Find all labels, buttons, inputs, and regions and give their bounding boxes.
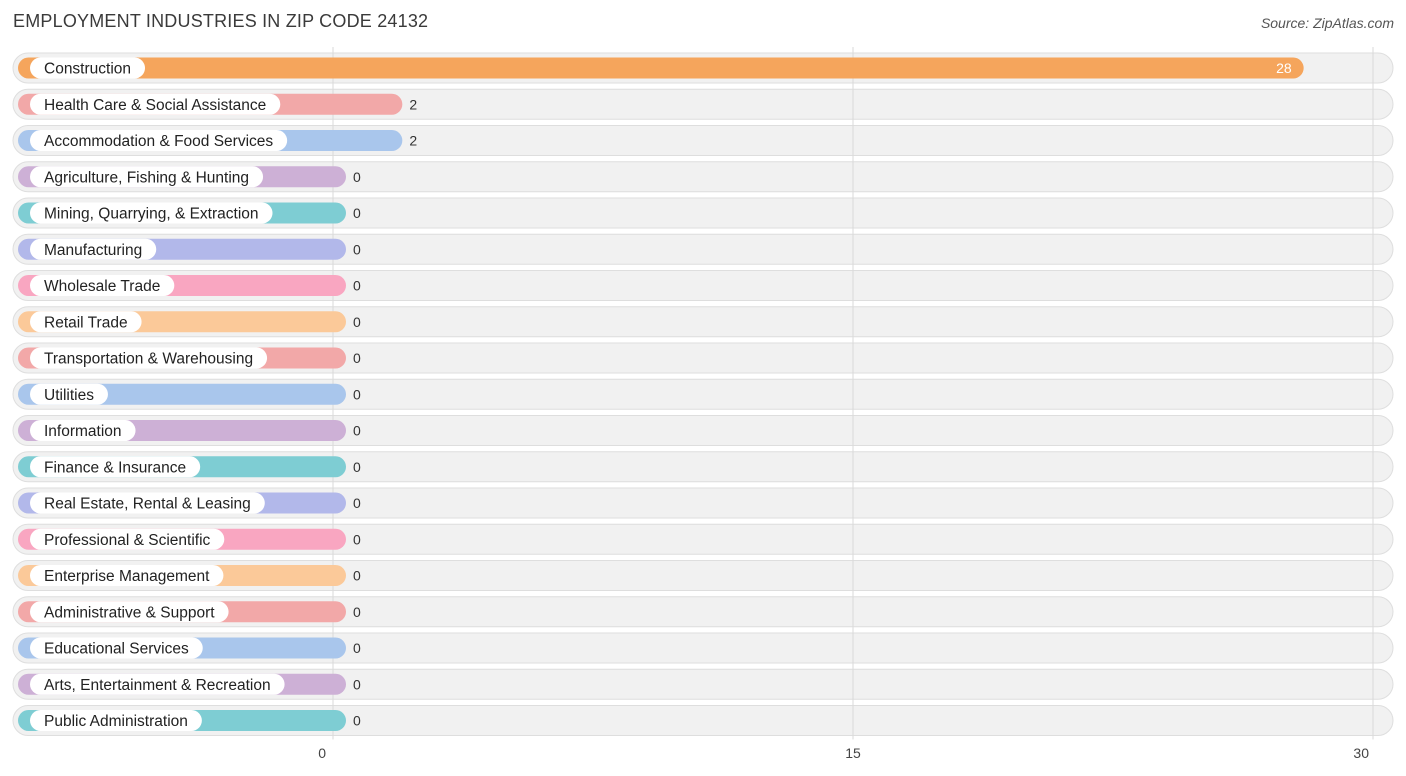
category-label: Professional & Scientific bbox=[44, 532, 211, 549]
category-label: Accommodation & Food Services bbox=[44, 133, 273, 150]
category-label: Mining, Quarrying, & Extraction bbox=[44, 206, 259, 223]
category-label: Enterprise Management bbox=[44, 568, 210, 585]
category-label: Information bbox=[44, 423, 122, 440]
data-label: 0 bbox=[353, 568, 361, 584]
data-label: 0 bbox=[353, 241, 361, 257]
data-label: 0 bbox=[353, 495, 361, 511]
data-label: 0 bbox=[353, 531, 361, 547]
data-label: 0 bbox=[353, 604, 361, 620]
category-label: Wholesale Trade bbox=[44, 278, 160, 295]
data-label: 0 bbox=[353, 205, 361, 221]
data-label: 0 bbox=[353, 278, 361, 294]
category-label: Transportation & Warehousing bbox=[44, 351, 253, 368]
category-label: Public Administration bbox=[44, 713, 188, 730]
data-label: 0 bbox=[353, 386, 361, 402]
x-tick-label: 30 bbox=[1353, 745, 1369, 761]
category-label: Educational Services bbox=[44, 641, 189, 658]
x-tick-label: 15 bbox=[845, 745, 861, 761]
data-label: 0 bbox=[353, 423, 361, 439]
data-label: 0 bbox=[353, 459, 361, 475]
data-label: 0 bbox=[353, 713, 361, 729]
category-label: Administrative & Support bbox=[44, 604, 215, 621]
data-label: 0 bbox=[353, 314, 361, 330]
category-label: Health Care & Social Assistance bbox=[44, 97, 266, 114]
data-label: 2 bbox=[409, 96, 417, 112]
data-label: 0 bbox=[353, 676, 361, 692]
category-label: Finance & Insurance bbox=[44, 459, 186, 476]
bar-construction bbox=[18, 57, 1304, 79]
x-axis: 0 15 30 bbox=[318, 745, 1369, 761]
category-label: Real Estate, Rental & Leasing bbox=[44, 496, 251, 513]
data-label: 28 bbox=[1276, 60, 1292, 76]
category-label: Arts, Entertainment & Recreation bbox=[44, 677, 271, 694]
category-label: Construction bbox=[44, 61, 131, 78]
data-label: 0 bbox=[353, 640, 361, 656]
category-label: Manufacturing bbox=[44, 242, 142, 259]
category-label: Utilities bbox=[44, 387, 94, 404]
bar-chart: Construction 28 Health Care & Social Assis… bbox=[12, 47, 1394, 761]
data-label: 0 bbox=[353, 350, 361, 366]
category-label: Retail Trade bbox=[44, 314, 128, 331]
data-label: 2 bbox=[409, 133, 417, 149]
x-tick-label: 0 bbox=[318, 745, 326, 761]
category-label: Agriculture, Fishing & Hunting bbox=[44, 169, 249, 186]
data-label: 0 bbox=[353, 169, 361, 185]
